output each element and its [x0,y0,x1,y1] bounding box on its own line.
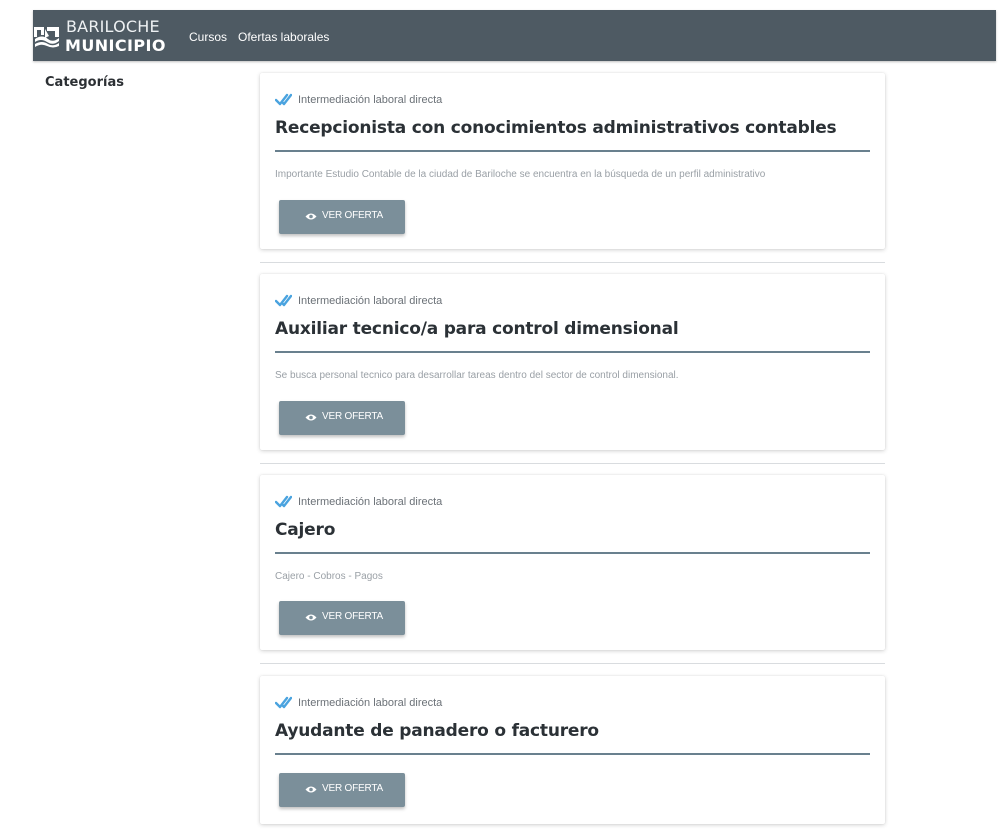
job-card: Intermediación laboral directa Ayudante … [260,676,885,824]
bariloche-logo-icon [34,27,59,48]
card-description: Importante Estudio Contable de la ciudad… [275,169,766,180]
job-card: Intermediación laboral directa Auxiliar … [260,274,885,450]
view-offer-button[interactable]: VER OFERTA [279,401,405,435]
logo-top-text: BARILOCHE [66,17,160,36]
card-title: Cajero [275,520,336,540]
card-category-label: Intermediación laboral directa [298,94,443,106]
view-offer-button[interactable]: VER OFERTA [279,200,405,234]
card-separator [260,463,885,464]
view-offer-button-label: VER OFERTA [322,611,383,622]
eye-icon [305,786,317,793]
card-title: Ayudante de panadero o facturero [275,721,599,741]
job-card: Intermediación laboral directa Cajero Ca… [260,475,885,650]
card-separator [260,663,885,664]
double-check-icon [275,93,292,106]
view-offer-button-label: VER OFERTA [322,411,383,422]
card-category-label: Intermediación laboral directa [298,496,443,508]
double-check-icon [275,696,292,709]
view-offer-button-label: VER OFERTA [322,210,383,221]
card-description: Cajero - Cobros - Pagos [275,571,383,582]
eye-icon [305,614,317,621]
card-divider [275,150,870,152]
card-divider [275,351,870,353]
logo-bottom-text: MUNICIPIO [65,36,166,55]
card-title: Auxiliar tecnico/a para control dimensio… [275,319,679,339]
nav-link-cursos[interactable]: Cursos [189,30,227,44]
double-check-icon [275,294,292,307]
job-card: Intermediación laboral directa Recepcion… [260,73,885,249]
card-category-label: Intermediación laboral directa [298,295,443,307]
nav-link-ofertas-laborales[interactable]: Ofertas laborales [238,30,329,44]
double-check-icon [275,495,292,508]
eye-icon [305,213,317,220]
card-divider [275,753,870,755]
view-offer-button-label: VER OFERTA [322,783,383,794]
card-title: Recepcionista con conocimientos administ… [275,118,837,138]
view-offer-button[interactable]: VER OFERTA [279,601,405,635]
card-category-label: Intermediación laboral directa [298,697,443,709]
sidebar-categories-title: Categorías [45,75,124,90]
card-description: Se busca personal tecnico para desarroll… [275,370,679,381]
eye-icon [305,414,317,421]
view-offer-button[interactable]: VER OFERTA [279,773,405,807]
top-navbar: BARILOCHE MUNICIPIO Cursos Ofertas labor… [33,10,996,61]
card-separator [260,262,885,263]
card-divider [275,552,870,554]
